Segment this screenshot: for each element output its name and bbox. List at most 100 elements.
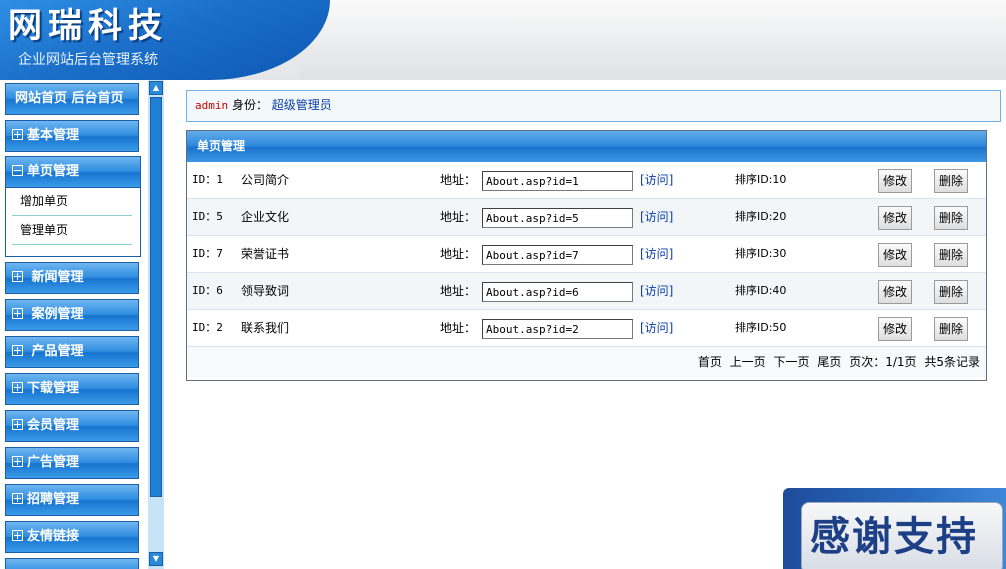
row-name: 领导致词 — [241, 284, 290, 298]
pager-first[interactable]: 首页 — [698, 355, 722, 369]
address-label: 地址： — [440, 321, 477, 335]
menu-members[interactable]: 会员管理 — [5, 410, 139, 442]
table-row: ID：7 荣誉证书 地址： [访问] 排序ID:30 修改 删除 — [187, 236, 986, 273]
delete-button[interactable]: 删除 — [934, 206, 968, 230]
menu-label: 单页管理 — [27, 164, 80, 179]
pagination: 首页 上一页 下一页 尾页 页次：1/1页 共5条记录 — [187, 347, 986, 377]
visit-link[interactable]: [访问] — [640, 236, 673, 272]
menu-products[interactable]: 产品管理 — [5, 336, 139, 368]
menu-label: 会员管理 — [27, 418, 80, 433]
thanks-badge: 感谢支持 — [783, 488, 1006, 569]
thanks-text: 感谢支持 — [810, 514, 978, 560]
pager-next[interactable]: 下一页 — [774, 355, 810, 369]
submenu-item-add-page[interactable]: 增加单页 — [12, 188, 132, 216]
row-id: ID：1 — [192, 173, 223, 186]
menu-label: 新闻管理 — [31, 270, 84, 285]
sort-id: 排序ID:10 — [735, 173, 787, 186]
submenu-item-manage-page[interactable]: 管理单页 — [12, 217, 132, 245]
scroll-up-arrow-icon[interactable]: ▲ — [149, 81, 163, 95]
expand-plus-icon — [12, 493, 23, 504]
row-id: ID：6 — [192, 284, 223, 297]
menu-label: 基本管理 — [27, 128, 80, 143]
expand-plus-icon — [12, 419, 23, 430]
collapse-minus-icon — [12, 165, 23, 176]
user-role: 超级管理员 — [271, 98, 332, 112]
scroll-thumb[interactable] — [150, 97, 162, 497]
edit-button[interactable]: 修改 — [878, 317, 912, 341]
menu-label: 友情链接 — [27, 529, 80, 544]
table-row: ID：5 企业文化 地址： [访问] 排序ID:20 修改 删除 — [187, 199, 986, 236]
expand-plus-icon — [12, 129, 23, 140]
menu-cases[interactable]: 案例管理 — [5, 299, 139, 331]
menu-label: 下载管理 — [27, 381, 80, 396]
menu-single-page[interactable]: 单页管理 — [5, 156, 141, 188]
header-background — [300, 0, 1006, 80]
single-page-panel: 单页管理 ID：1 公司简介 地址： [访问] 排序ID:10 修改 删除 ID… — [186, 130, 987, 381]
address-field[interactable] — [482, 245, 633, 265]
menu-links[interactable]: 友情链接 — [5, 521, 139, 553]
address-label: 地址： — [440, 284, 477, 298]
table-row: ID：2 联系我们 地址： [访问] 排序ID:50 修改 删除 — [187, 310, 986, 347]
row-name: 企业文化 — [241, 210, 290, 224]
edit-button[interactable]: 修改 — [878, 169, 912, 193]
expand-plus-icon — [12, 456, 23, 467]
panel-title: 单页管理 — [187, 131, 986, 162]
row-name: 公司简介 — [241, 173, 290, 187]
role-label: 身份： — [231, 98, 268, 112]
menu-label: 广告管理 — [27, 455, 80, 470]
delete-button[interactable]: 删除 — [934, 243, 968, 267]
address-field[interactable] — [482, 171, 633, 191]
address-field[interactable] — [482, 208, 633, 228]
menu-label: 案例管理 — [31, 307, 84, 322]
menu-partial[interactable] — [5, 558, 139, 569]
sort-id: 排序ID:30 — [735, 247, 787, 260]
pager-page-info: 页次：1/1页 — [849, 355, 917, 369]
user-info-bar: admin 身份： 超级管理员 — [186, 90, 1001, 122]
top-links-button[interactable]: 网站首页 后台首页 — [5, 83, 139, 115]
address-label: 地址： — [440, 247, 477, 261]
visit-link[interactable]: [访问] — [640, 310, 673, 346]
visit-link[interactable]: [访问] — [640, 273, 673, 309]
delete-button[interactable]: 删除 — [934, 169, 968, 193]
pager-last[interactable]: 尾页 — [817, 355, 841, 369]
menu-jobs[interactable]: 招聘管理 — [5, 484, 139, 516]
table-row: ID：1 公司简介 地址： [访问] 排序ID:10 修改 删除 — [187, 162, 986, 199]
logo-subtitle: 企业网站后台管理系统 — [18, 52, 158, 68]
edit-button[interactable]: 修改 — [878, 243, 912, 267]
menu-news[interactable]: 新闻管理 — [5, 262, 139, 294]
visit-link[interactable]: [访问] — [640, 162, 673, 198]
expand-plus-icon — [12, 345, 23, 356]
expand-plus-icon — [12, 382, 23, 393]
menu-ads[interactable]: 广告管理 — [5, 447, 139, 479]
menu-label: 产品管理 — [31, 344, 84, 359]
edit-button[interactable]: 修改 — [878, 206, 912, 230]
pager-prev[interactable]: 上一页 — [730, 355, 766, 369]
logo-band: 网瑞科技 企业网站后台管理系统 — [0, 0, 330, 80]
thanks-badge-card: 感谢支持 — [801, 502, 1003, 569]
delete-button[interactable]: 删除 — [934, 280, 968, 304]
expand-plus-icon — [12, 271, 23, 282]
menu-downloads[interactable]: 下载管理 — [5, 373, 139, 405]
table-row: ID：6 领导致词 地址： [访问] 排序ID:40 修改 删除 — [187, 273, 986, 310]
row-id: ID：7 — [192, 247, 223, 260]
row-id: ID：5 — [192, 210, 223, 223]
username: admin — [195, 99, 229, 112]
menu-basic[interactable]: 基本管理 — [5, 120, 139, 152]
sort-id: 排序ID:40 — [735, 284, 787, 297]
delete-button[interactable]: 删除 — [934, 317, 968, 341]
scroll-down-arrow-icon[interactable]: ▼ — [149, 552, 163, 566]
edit-button[interactable]: 修改 — [878, 280, 912, 304]
sidebar: 网站首页 后台首页 基本管理 单页管理 增加单页 管理单页 新闻管理 案例管理 … — [0, 80, 148, 569]
sidebar-scrollbar[interactable]: ▲ ▼ — [148, 80, 164, 569]
address-field[interactable] — [482, 282, 633, 302]
row-id: ID：2 — [192, 321, 223, 334]
address-field[interactable] — [482, 319, 633, 339]
header: 网瑞科技 企业网站后台管理系统 — [0, 0, 1006, 80]
menu-label: 招聘管理 — [27, 492, 80, 507]
sort-id: 排序ID:20 — [735, 210, 787, 223]
row-name: 荣誉证书 — [241, 247, 290, 261]
expand-plus-icon — [12, 530, 23, 541]
top-links-label: 网站首页 后台首页 — [15, 91, 124, 106]
visit-link[interactable]: [访问] — [640, 199, 673, 235]
submenu-single-page: 单页管理 增加单页 管理单页 — [5, 156, 141, 257]
